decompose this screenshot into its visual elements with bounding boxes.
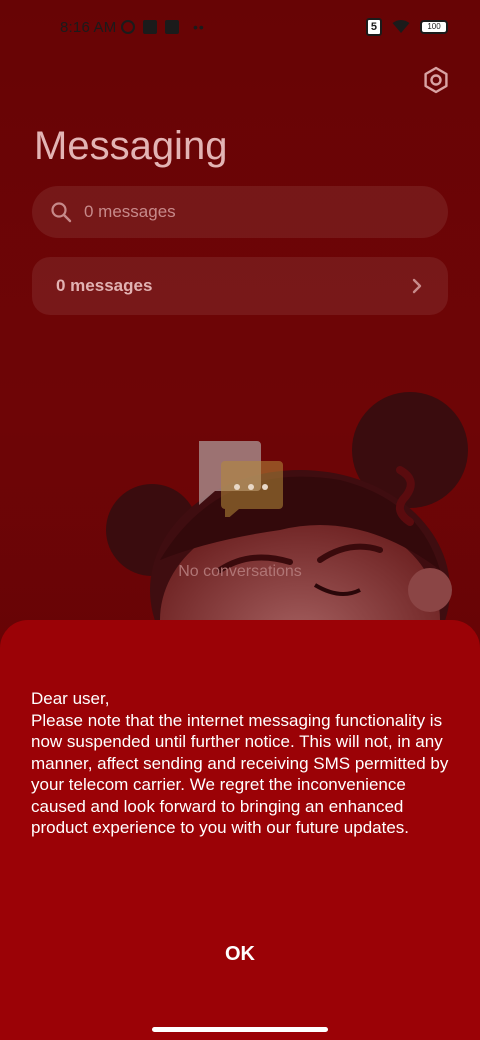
- character-illustration: [106, 392, 468, 650]
- status-time: 8:16 AM: [60, 19, 117, 36]
- battery-icon: 100: [420, 20, 448, 34]
- status-bar: 8:16 AM •• 5 100: [0, 0, 480, 56]
- notification-icon: [143, 20, 157, 34]
- status-right: 5 100: [365, 18, 448, 36]
- messages-summary-row[interactable]: 0 messages: [32, 257, 448, 315]
- chat-bubble-icon: [199, 441, 283, 517]
- search-bar[interactable]: 0 messages: [32, 186, 448, 238]
- notification-icon: [121, 20, 135, 34]
- wifi-icon: [392, 20, 410, 33]
- page-title: Messaging: [34, 124, 228, 168]
- home-indicator[interactable]: [152, 1027, 328, 1032]
- sim-icon: 5: [365, 18, 382, 36]
- notification-icon: [165, 20, 179, 34]
- ok-button[interactable]: OK: [180, 932, 300, 976]
- messages-count-label: 0 messages: [56, 276, 153, 295]
- dialog-message: Dear user, Please note that the internet…: [31, 689, 449, 837]
- notification-icons: ••: [121, 19, 205, 35]
- gear-icon[interactable]: [420, 64, 452, 96]
- search-input[interactable]: 0 messages: [84, 202, 176, 222]
- more-notifications-icon: ••: [193, 19, 205, 35]
- empty-state-text: No conversations: [178, 563, 302, 580]
- search-icon: [51, 202, 72, 223]
- chevron-right-icon: [412, 278, 422, 294]
